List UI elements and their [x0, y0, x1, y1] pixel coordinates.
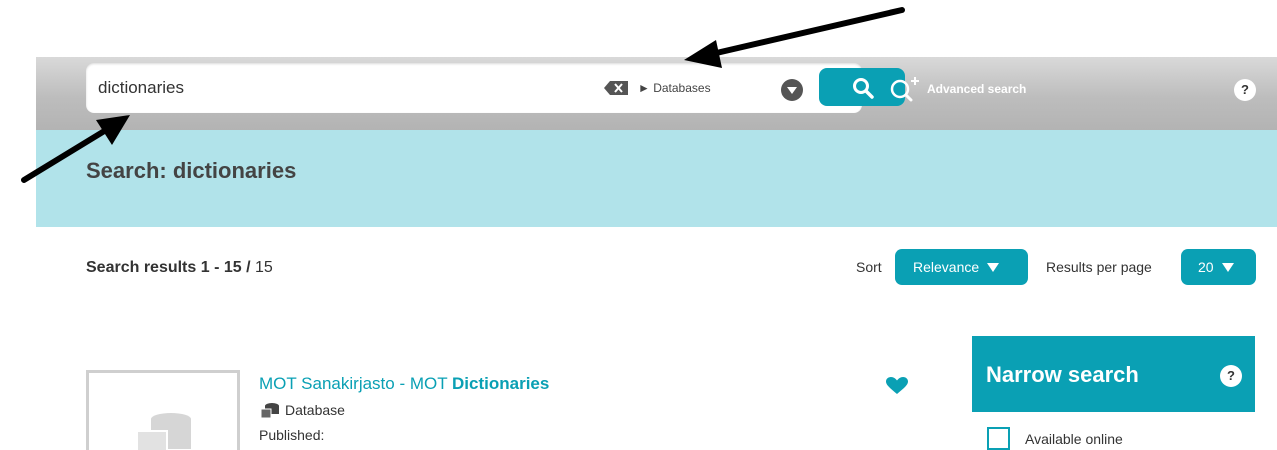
- search-header: Search: dictionaries: [36, 130, 1277, 227]
- record-title-link[interactable]: MOT Sanakirjasto - MOT Dictionaries: [259, 374, 549, 394]
- results-summary: Search results 1 - 15 / 15: [86, 259, 273, 277]
- chevron-down-icon: [987, 262, 1000, 272]
- facet-available-online[interactable]: Available online: [987, 427, 1123, 450]
- heart-icon[interactable]: [886, 377, 908, 400]
- page: ► Databases Advanced search ? Search: di…: [0, 0, 1277, 450]
- narrow-search-title: Narrow search: [986, 362, 1139, 387]
- narrow-search-header: Narrow search ?: [972, 336, 1255, 412]
- sort-dropdown[interactable]: Relevance: [895, 249, 1028, 285]
- sort-value: Relevance: [913, 259, 980, 275]
- magnifier-plus-icon: [890, 77, 919, 102]
- help-icon[interactable]: ?: [1220, 365, 1242, 387]
- advanced-search-label: Advanced search: [927, 82, 1027, 96]
- annotation-arrow-icon: [709, 7, 905, 57]
- record-title-highlight: Dictionaries: [452, 374, 550, 393]
- database-placeholder-icon: [136, 413, 191, 450]
- record-thumbnail[interactable]: [86, 370, 240, 450]
- results-per-page-value: 20: [1198, 259, 1214, 275]
- facet-checkbox[interactable]: [987, 427, 1010, 450]
- search-scope-label[interactable]: ► Databases: [638, 80, 711, 96]
- results-per-page-label: Results per page: [1046, 259, 1152, 275]
- facet-label: Available online: [1025, 430, 1123, 447]
- page-title: Search: dictionaries: [86, 158, 297, 183]
- results-total: 15: [254, 259, 273, 276]
- help-icon[interactable]: ?: [1234, 79, 1256, 101]
- backspace-clear-icon[interactable]: [604, 81, 628, 95]
- database-icon: [261, 402, 279, 418]
- record-format-label: Database: [285, 402, 345, 418]
- chevron-down-icon: [1221, 262, 1234, 272]
- advanced-search-link[interactable]: Advanced search: [889, 77, 1027, 102]
- scope-dropdown-icon[interactable]: [781, 79, 803, 101]
- results-range: Search results 1 - 15 /: [86, 259, 251, 276]
- record-published-label: Published:: [259, 427, 325, 443]
- search-bar: ► Databases Advanced search ?: [36, 57, 1277, 130]
- magnifier-icon: [853, 78, 874, 99]
- search-box: ► Databases: [86, 63, 905, 113]
- results-per-page-dropdown[interactable]: 20: [1181, 249, 1256, 285]
- record-format: Database: [261, 402, 345, 418]
- record-title-text: MOT Sanakirjasto - MOT: [259, 374, 453, 393]
- search-input[interactable]: [98, 63, 538, 113]
- sort-label: Sort: [856, 259, 882, 275]
